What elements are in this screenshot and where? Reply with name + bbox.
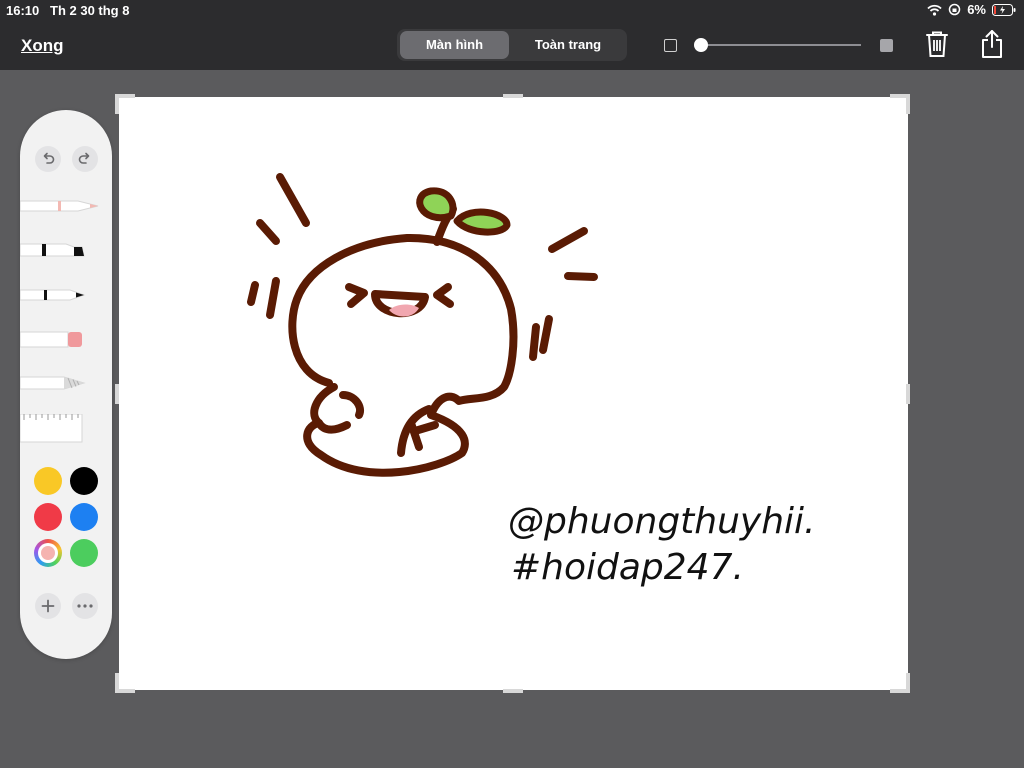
plus-icon	[41, 599, 55, 613]
current-color-icon	[38, 543, 58, 563]
crop-handle-top-center[interactable]	[503, 94, 523, 98]
lasso-tool-icon[interactable]	[20, 374, 86, 392]
motion-line	[539, 315, 553, 354]
ellipsis-icon	[77, 604, 93, 608]
eye-left	[345, 283, 368, 308]
sprout-character-drawing: @phuongthuyhii. #hoidap247.	[247, 173, 816, 588]
opacity-min-icon	[664, 39, 677, 52]
leaf-right	[453, 208, 511, 236]
wifi-icon	[927, 4, 942, 16]
markup-toolbar: Xong Màn hình Toàn trang	[0, 20, 1024, 70]
crop-handle-bottom-center[interactable]	[503, 689, 523, 693]
ruler-tool-icon[interactable]	[20, 414, 84, 444]
crop-handle-left-middle[interactable]	[115, 384, 119, 404]
capture-mode-segmented-control: Màn hình Toàn trang	[397, 29, 627, 61]
motion-line	[564, 272, 598, 281]
motion-line	[247, 281, 259, 306]
tab-screen[interactable]: Màn hình	[400, 31, 509, 59]
leaf-left	[416, 187, 457, 222]
tab-full-page[interactable]: Toàn trang	[512, 31, 624, 59]
pen-tool-icon[interactable]	[20, 198, 100, 214]
opacity-slider-track[interactable]	[700, 44, 861, 46]
eye-right	[433, 283, 454, 308]
redo-icon	[78, 152, 90, 164]
tool-palette	[20, 110, 112, 659]
motion-line	[548, 227, 588, 253]
motion-line	[276, 173, 310, 227]
trash-icon[interactable]	[925, 30, 949, 58]
color-picker-button[interactable]	[34, 539, 62, 567]
drawing-canvas[interactable]: @phuongthuyhii. #hoidap247.	[119, 97, 908, 690]
crop-handle-top-right-v[interactable]	[906, 94, 910, 114]
handle-text: @phuongthuyhii.	[508, 501, 816, 542]
done-button[interactable]: Xong	[21, 36, 64, 56]
status-time: 16:10	[6, 3, 40, 18]
motion-line	[256, 219, 280, 245]
marker-tool-icon[interactable]	[20, 241, 86, 259]
crop-handle-right-middle[interactable]	[906, 384, 910, 404]
color-swatch-red[interactable]	[34, 503, 62, 531]
color-swatch-black[interactable]	[70, 467, 98, 495]
color-swatch-yellow[interactable]	[34, 467, 62, 495]
status-bar: 16:10 Th 2 30 thg 8 6%	[0, 0, 1024, 20]
color-swatch-blue[interactable]	[70, 503, 98, 531]
crop-handle-bottom-right-v[interactable]	[906, 673, 910, 693]
status-right: 6%	[927, 2, 1016, 17]
undo-button[interactable]	[35, 146, 61, 172]
undo-icon	[43, 152, 55, 164]
opacity-max-icon	[880, 39, 893, 52]
battery-percentage: 6%	[967, 2, 986, 17]
tag-text: #hoidap247.	[511, 547, 744, 588]
pencil-tool-icon[interactable]	[20, 287, 86, 303]
motion-line	[529, 323, 540, 361]
redo-button[interactable]	[72, 146, 98, 172]
add-button[interactable]	[35, 593, 61, 619]
crop-handle-bottom-left-v[interactable]	[115, 673, 119, 693]
crop-handle-top-left-v[interactable]	[115, 94, 119, 114]
color-swatch-green[interactable]	[70, 539, 98, 567]
share-icon[interactable]	[980, 29, 1004, 59]
orientation-lock-icon	[948, 3, 961, 16]
battery-icon	[992, 3, 1016, 16]
more-options-button[interactable]	[72, 593, 98, 619]
eraser-tool-icon[interactable]	[20, 329, 86, 349]
status-date: Th 2 30 thg 8	[50, 3, 130, 18]
motion-line	[266, 277, 280, 319]
hand-left	[339, 391, 364, 419]
opacity-slider-thumb[interactable]	[694, 38, 708, 52]
